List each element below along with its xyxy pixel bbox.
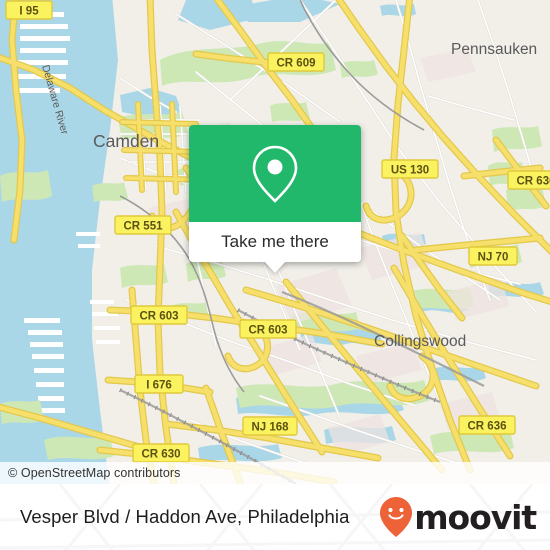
svg-text:NJ 168: NJ 168 — [251, 422, 289, 434]
road-shield: CR 636 — [458, 415, 516, 435]
take-me-there-button[interactable]: Take me there — [189, 222, 361, 262]
road-shield: CR 551 — [114, 215, 172, 235]
road-shield: I 676 — [134, 374, 184, 394]
location-title: Vesper Blvd / Haddon Ave, Philadelphia — [20, 506, 350, 527]
callout-pin-panel — [189, 125, 361, 222]
svg-text:CR 636: CR 636 — [517, 176, 550, 188]
take-me-there-callout[interactable]: Take me there — [189, 125, 361, 273]
svg-text:CR 603: CR 603 — [249, 325, 288, 337]
moovit-wordmark: moovit — [414, 497, 537, 537]
svg-text:CR 603: CR 603 — [140, 311, 179, 323]
moovit-brand: moovit — [379, 496, 537, 538]
road-shield: CR 603 — [239, 319, 297, 339]
road-shield: CR 630 — [132, 443, 190, 463]
road-shield: US 130 — [381, 159, 439, 179]
location-pin-icon — [252, 145, 298, 203]
svg-text:US 130: US 130 — [391, 165, 429, 177]
place-label-pennsauken: Pennsauken — [451, 41, 537, 58]
moovit-map-screen: .w { fill:#AAD7E8; } .grn { fill:#CDE8B5… — [0, 0, 550, 550]
svg-text:CR 609: CR 609 — [277, 58, 316, 70]
road-shield: CR 609 — [267, 52, 325, 72]
callout-tail — [264, 261, 286, 273]
take-me-there-label: Take me there — [221, 232, 329, 251]
place-label-camden: Camden — [93, 131, 159, 151]
svg-text:CR 630: CR 630 — [142, 449, 181, 461]
attribution-text: © OpenStreetMap contributors — [8, 466, 181, 480]
map-attribution: © OpenStreetMap contributors — [0, 462, 550, 484]
svg-text:I 676: I 676 — [146, 380, 172, 392]
svg-text:CR 636: CR 636 — [468, 421, 507, 433]
footer-bar: Vesper Blvd / Haddon Ave, Philadelphia m… — [0, 484, 550, 550]
road-shield: I 95 — [5, 0, 53, 20]
road-shield: CR 603 — [130, 305, 188, 325]
svg-text:I 95: I 95 — [19, 6, 39, 18]
moovit-smiley-pin-icon — [380, 497, 413, 537]
road-shield: NJ 168 — [242, 416, 298, 436]
road-shield: NJ 70 — [468, 246, 518, 266]
svg-text:CR 551: CR 551 — [124, 221, 164, 233]
svg-text:NJ 70: NJ 70 — [478, 252, 509, 264]
road-shield: CR 636 — [507, 170, 550, 190]
place-label-collingswood: Collingswood — [374, 333, 466, 350]
